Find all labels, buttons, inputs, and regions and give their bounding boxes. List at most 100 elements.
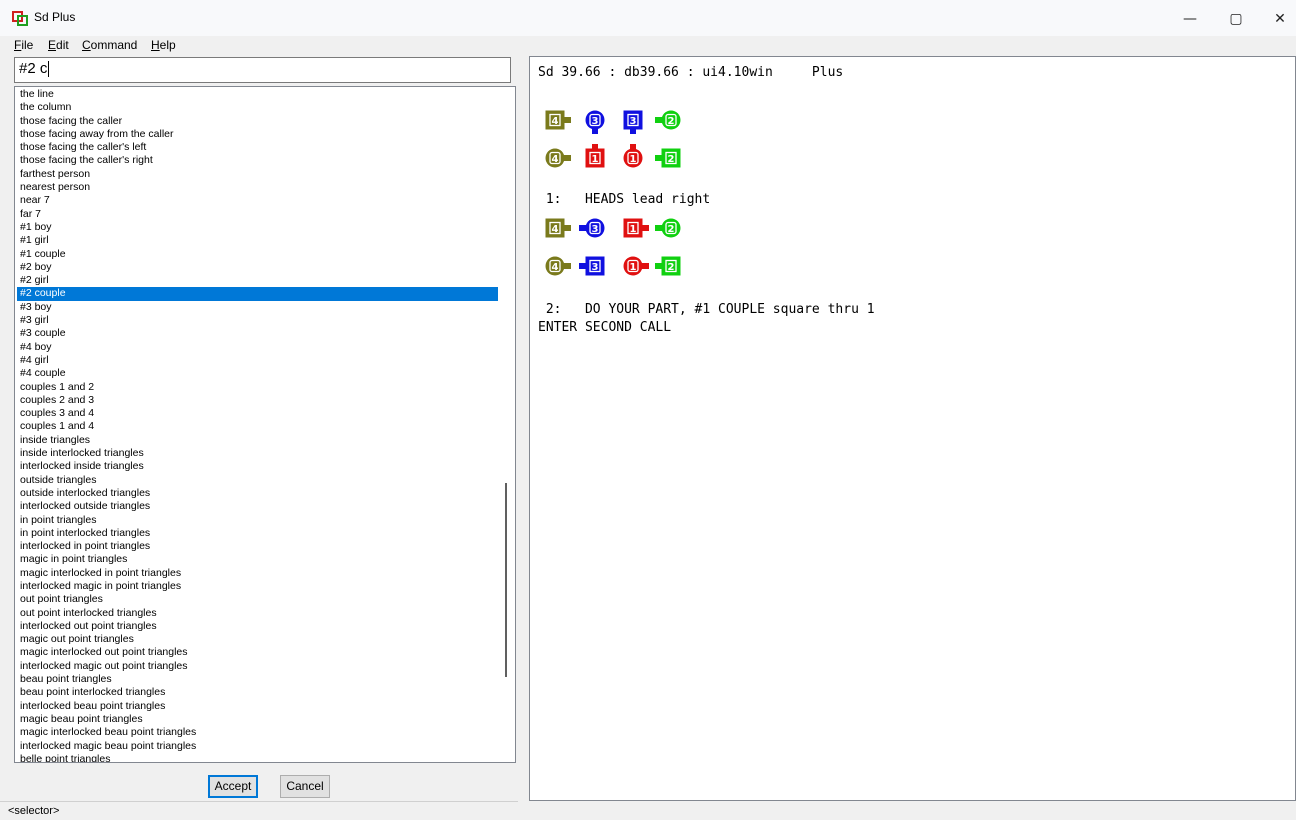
transcript-pane: Sd 39.66 : db39.66 : ui4.10win Plus 1: H… <box>529 56 1296 801</box>
menu-edit[interactable]: Edit <box>48 38 69 52</box>
scrollbar-thumb[interactable] <box>505 483 507 677</box>
minimize-button[interactable]: — <box>1168 4 1212 34</box>
dancer-icon: 2 <box>653 106 689 134</box>
list-item[interactable]: #4 girl <box>17 354 499 367</box>
dancer-icon: 2 <box>653 144 689 172</box>
list-item[interactable]: magic out point triangles <box>17 633 499 646</box>
svg-text:2: 2 <box>668 116 675 127</box>
svg-text:3: 3 <box>592 262 599 273</box>
list-item[interactable]: interlocked magic beau point triangles <box>17 740 499 753</box>
svg-text:1: 1 <box>630 262 637 273</box>
menu-file[interactable]: File <box>14 38 33 52</box>
list-item[interactable]: interlocked out point triangles <box>17 620 499 633</box>
menu-bar: File Edit Command Help <box>0 36 1296 56</box>
list-item[interactable]: out point interlocked triangles <box>17 607 499 620</box>
list-item[interactable]: interlocked inside triangles <box>17 460 499 473</box>
svg-text:3: 3 <box>592 116 599 127</box>
list-item[interactable]: belle point triangles <box>17 753 499 762</box>
list-item[interactable]: couples 1 and 4 <box>17 420 499 433</box>
list-item[interactable]: #1 girl <box>17 234 499 247</box>
svg-text:1: 1 <box>592 154 599 165</box>
list-item[interactable]: magic interlocked out point triangles <box>17 646 499 659</box>
list-item[interactable]: outside triangles <box>17 474 499 487</box>
list-item[interactable]: magic interlocked in point triangles <box>17 567 499 580</box>
dancer-icon: 1 <box>577 144 613 172</box>
list-item[interactable]: magic beau point triangles <box>17 713 499 726</box>
list-item[interactable]: far 7 <box>17 208 499 221</box>
dancer-icon: 3 <box>577 214 613 242</box>
list-item[interactable]: outside interlocked triangles <box>17 487 499 500</box>
menu-help[interactable]: Help <box>151 38 176 52</box>
dancer-icon: 1 <box>615 214 651 242</box>
list-item[interactable]: in point triangles <box>17 514 499 527</box>
formation-row: 4 3 1 2 <box>537 252 697 280</box>
window-title: Sd Plus <box>34 10 76 24</box>
list-item[interactable]: #3 girl <box>17 314 499 327</box>
list-item[interactable]: inside triangles <box>17 434 499 447</box>
list-item[interactable]: the column <box>17 101 499 114</box>
list-item[interactable]: farthest person <box>17 168 499 181</box>
dancer-icon: 1 <box>615 144 651 172</box>
list-scrollbar[interactable] <box>498 87 515 762</box>
list-item[interactable]: interlocked beau point triangles <box>17 700 499 713</box>
accept-button[interactable]: Accept <box>208 775 258 798</box>
list-item[interactable]: beau point triangles <box>17 673 499 686</box>
list-item[interactable]: magic interlocked beau point triangles <box>17 726 499 739</box>
list-item[interactable]: near 7 <box>17 194 499 207</box>
restore-button[interactable]: ▢ <box>1214 4 1258 34</box>
svg-text:3: 3 <box>592 224 599 235</box>
list-item[interactable]: inside interlocked triangles <box>17 447 499 460</box>
svg-text:1: 1 <box>630 224 637 235</box>
call-input[interactable]: #2 c <box>14 57 511 83</box>
list-item[interactable]: interlocked magic in point triangles <box>17 580 499 593</box>
list-item[interactable]: beau point interlocked triangles <box>17 686 499 699</box>
status-text: <selector> <box>8 805 60 817</box>
list-item[interactable]: #2 boy <box>17 261 499 274</box>
list-item[interactable]: nearest person <box>17 181 499 194</box>
list-item[interactable]: #3 boy <box>17 301 499 314</box>
list-item[interactable]: couples 2 and 3 <box>17 394 499 407</box>
dancer-icon: 4 <box>537 144 573 172</box>
dancer-icon: 4 <box>537 252 573 280</box>
svg-text:3: 3 <box>630 116 637 127</box>
svg-text:4: 4 <box>552 224 559 235</box>
list-item[interactable]: couples 3 and 4 <box>17 407 499 420</box>
list-item[interactable]: #4 boy <box>17 341 499 354</box>
list-item[interactable]: #1 boy <box>17 221 499 234</box>
dancer-icon: 4 <box>537 106 573 134</box>
svg-text:1: 1 <box>630 154 637 165</box>
list-item[interactable]: the line <box>17 88 499 101</box>
svg-text:2: 2 <box>668 224 675 235</box>
call-line-2: 2: DO YOUR PART, #1 COUPLE square thru 1 <box>538 302 875 317</box>
cancel-button[interactable]: Cancel <box>280 775 330 798</box>
list-item[interactable]: #3 couple <box>17 327 499 340</box>
dancer-icon: 2 <box>653 214 689 242</box>
call-line-1: 1: HEADS lead right <box>538 192 711 207</box>
selector-list[interactable]: the line the column those facing the calle… <box>14 86 516 763</box>
list-item[interactable]: those facing away from the caller <box>17 128 499 141</box>
dancer-icon: 3 <box>577 106 613 134</box>
dancer-icon: 4 <box>537 214 573 242</box>
version-header: Sd 39.66 : db39.66 : ui4.10win Plus <box>538 65 844 80</box>
list-item[interactable]: those facing the caller's left <box>17 141 499 154</box>
svg-text:2: 2 <box>668 262 675 273</box>
list-item[interactable]: interlocked magic out point triangles <box>17 660 499 673</box>
list-item[interactable]: #2 couple <box>17 287 499 301</box>
list-item[interactable]: #4 couple <box>17 367 499 380</box>
list-item[interactable]: those facing the caller's right <box>17 154 499 167</box>
dancer-icon: 3 <box>615 106 651 134</box>
list-item[interactable]: magic in point triangles <box>17 553 499 566</box>
list-item[interactable]: interlocked outside triangles <box>17 500 499 513</box>
list-item[interactable]: interlocked in point triangles <box>17 540 499 553</box>
list-item[interactable]: #1 couple <box>17 248 499 261</box>
list-item[interactable]: #2 girl <box>17 274 499 287</box>
menu-command[interactable]: Command <box>82 38 137 52</box>
list-item[interactable]: couples 1 and 2 <box>17 381 499 394</box>
list-item[interactable]: in point interlocked triangles <box>17 527 499 540</box>
formation-row: 4 3 1 2 <box>537 214 697 242</box>
list-item[interactable]: those facing the caller <box>17 115 499 128</box>
formation-row: 4 1 1 2 <box>537 144 697 172</box>
list-item[interactable]: out point triangles <box>17 593 499 606</box>
prompt-line: ENTER SECOND CALL <box>538 320 672 335</box>
close-button[interactable]: ✕ <box>1258 4 1296 34</box>
